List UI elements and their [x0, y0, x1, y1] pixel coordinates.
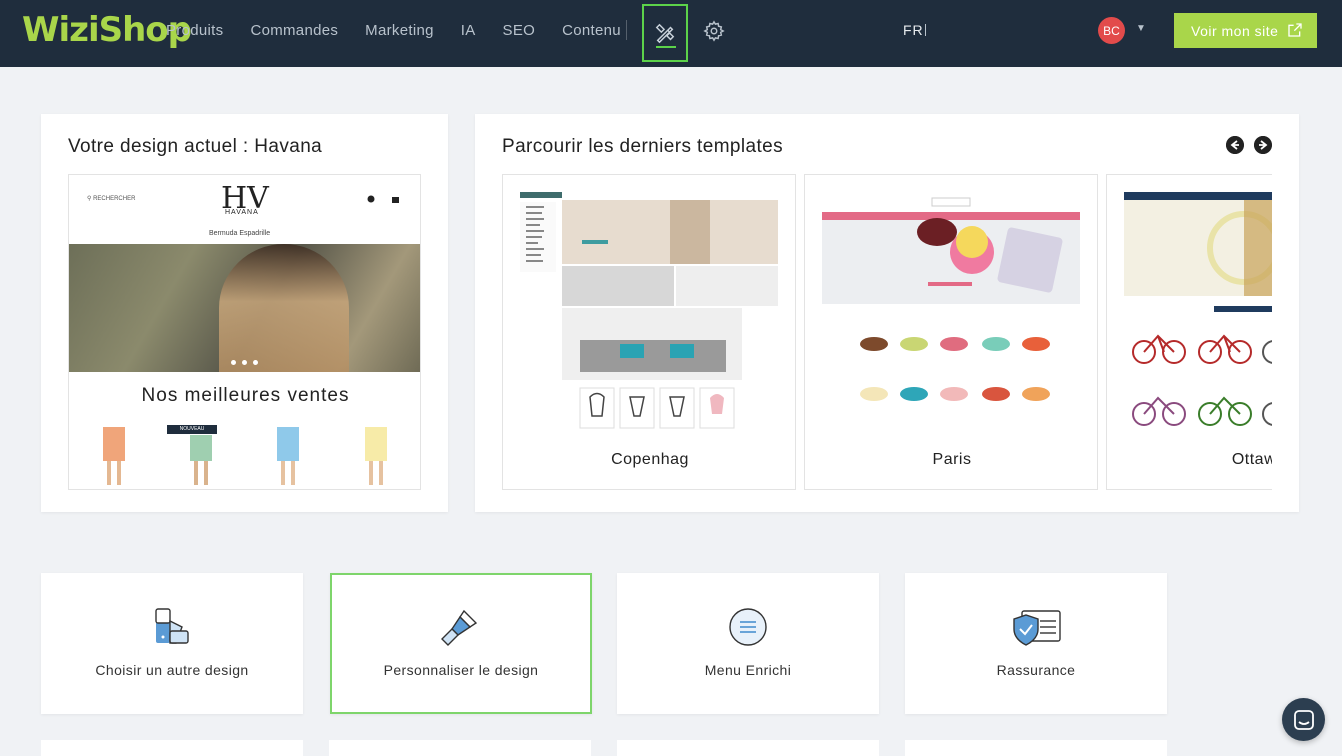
choisir-design-label: Choisir un autre design [95, 662, 249, 678]
preview-search: ⚲ RECHERCHER [87, 196, 136, 202]
arrow-right-icon[interactable] [1254, 136, 1272, 154]
template-card-ottawa[interactable]: Ottaw [1106, 174, 1272, 490]
preview-links: Bermuda Espadrille [209, 230, 271, 237]
menu-enrichi-card[interactable]: Menu Enrichi [617, 573, 879, 714]
preview-brand: HAVANA [225, 209, 259, 216]
action-card-next-row[interactable] [905, 740, 1167, 756]
nav-ia[interactable]: IA [461, 22, 476, 39]
preview-product-shorts [103, 427, 125, 485]
design-tab[interactable] [642, 4, 688, 62]
template-card-copenhag[interactable]: Copenhag [502, 174, 796, 490]
template-thumbnail [520, 192, 778, 432]
template-thumbnail [822, 192, 1080, 432]
nav-contenu[interactable]: Contenu [562, 22, 621, 39]
preview-section-title: Nos meilleures ventes [141, 385, 350, 406]
menu-enrichi-label: Menu Enrichi [704, 662, 792, 678]
nav-divider [626, 20, 627, 40]
preview-carousel-dots [231, 360, 258, 365]
choisir-design-card[interactable]: Choisir un autre design [41, 573, 303, 714]
language-selector[interactable]: FR [903, 22, 924, 38]
voir-mon-site-label: Voir mon site [1191, 22, 1279, 39]
palette-swatch-icon [155, 608, 189, 644]
preview-hero-image [69, 244, 420, 372]
action-card-next-row[interactable] [41, 740, 303, 756]
external-link-icon [1288, 23, 1302, 37]
templates-title: Parcourir les derniers templates [502, 136, 784, 157]
gear-icon[interactable] [703, 20, 725, 42]
design-tools-icon [655, 23, 675, 44]
preview-product-shorts [277, 427, 299, 485]
current-design-preview[interactable]: ⚲ RECHERCHER HV HAVANA Bermuda Espadrill… [68, 174, 421, 490]
preview-model [219, 244, 349, 372]
design-tab-indicator [656, 46, 676, 48]
chat-icon [1293, 709, 1314, 730]
avatar[interactable]: BC [1098, 17, 1125, 44]
nav-seo[interactable]: SEO [503, 22, 536, 39]
template-name: Copenhag [611, 451, 689, 468]
action-card-next-row[interactable] [329, 740, 591, 756]
nav-produits[interactable]: Produits [166, 22, 223, 39]
nav-commandes[interactable]: Commandes [250, 22, 338, 39]
preview-product-shorts [190, 435, 212, 485]
action-card-next-row[interactable] [617, 740, 879, 756]
personnaliser-design-card[interactable]: Personnaliser le design [330, 573, 592, 714]
voir-mon-site-button[interactable]: Voir mon site [1174, 13, 1317, 48]
main-nav: Produits Commandes Marketing IA SEO Cont… [166, 0, 648, 60]
current-design-title: Votre design actuel : Havana [68, 136, 323, 157]
template-name: Paris [932, 451, 972, 468]
preview-bag-icon [392, 197, 399, 203]
rassurance-card[interactable]: Rassurance [905, 573, 1167, 714]
top-bar: WiziShop Produits Commandes Marketing IA… [0, 0, 1342, 67]
template-thumbnail [1124, 192, 1272, 432]
template-name: Ottaw [1231, 451, 1272, 468]
arrow-left-icon[interactable] [1226, 136, 1244, 154]
personnaliser-design-label: Personnaliser le design [383, 662, 539, 678]
menu-list-icon [729, 608, 767, 646]
chevron-down-icon[interactable]: ▼ [1136, 23, 1146, 34]
chat-button[interactable] [1282, 698, 1325, 741]
preview-product-shorts [365, 427, 387, 485]
templates-card: Parcourir les derniers templates Copenha… [475, 114, 1299, 512]
nav-marketing[interactable]: Marketing [365, 22, 434, 39]
template-card-paris[interactable]: Paris [804, 174, 1098, 490]
current-design-card: Votre design actuel : Havana ⚲ RECHERCHE… [41, 114, 448, 512]
paint-brush-icon [441, 609, 478, 646]
shield-check-icon [1013, 610, 1061, 646]
rassurance-label: Rassurance [996, 662, 1076, 678]
templates-carousel: Copenhag Paris Ottaw [502, 174, 1272, 490]
preview-user-icon [367, 195, 375, 203]
language-divider [925, 24, 926, 36]
